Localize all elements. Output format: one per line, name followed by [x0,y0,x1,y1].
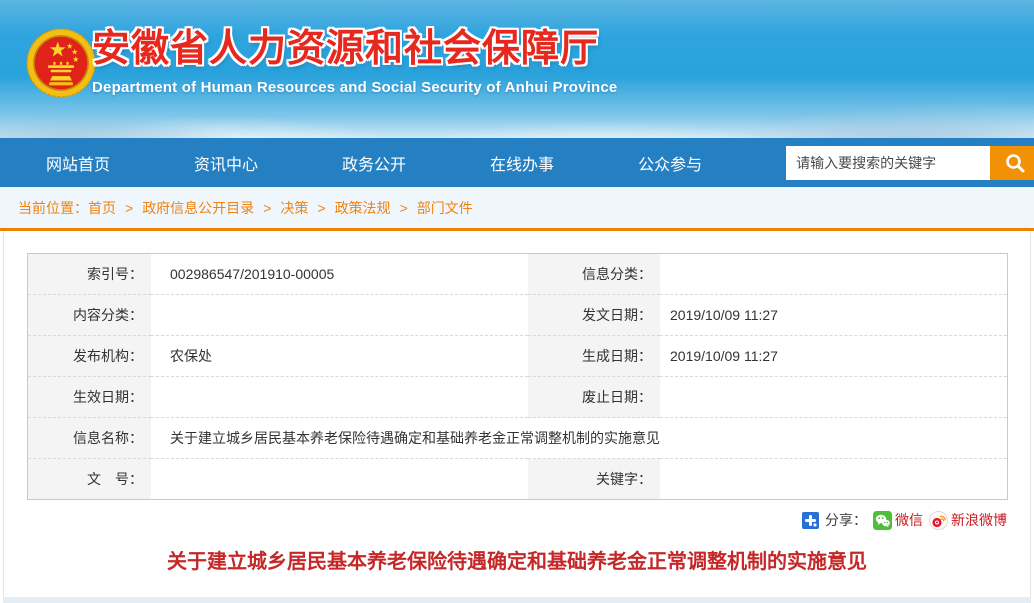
national-emblem-logo[interactable] [26,28,96,98]
info-label: 信息分类： [528,254,660,295]
info-value: 002986547/201910-00005 [151,254,528,295]
info-value [151,295,528,336]
breadcrumb-link-4[interactable]: 部门文件 [417,200,473,216]
site-header: 安徽省人力资源和社会保障厅 Department of Human Resour… [0,0,1034,138]
info-label: 索引号： [27,254,151,295]
info-value [660,459,1007,500]
weibo-share-button[interactable]: 新浪微博 [929,510,1007,530]
search-button[interactable] [990,146,1034,180]
info-value [151,459,528,500]
info-table: 索引号：002986547/201910-00005信息分类：内容分类：发文日期… [27,253,1008,500]
wechat-share-label: 微信 [895,510,923,530]
info-label: 发文日期： [528,295,660,336]
national-emblem-icon [26,28,96,98]
article-title: 关于建立城乡居民基本养老保险待遇确定和基础养老金正常调整机制的实施意见 [54,548,980,576]
breadcrumb-link-2[interactable]: 决策 [280,200,308,216]
info-table-row: 内容分类： 发文日期：2019/10/09 11:27 [27,295,1007,336]
info-label: 生成日期： [528,336,660,377]
nav-item-public-participation[interactable]: 公众参与 [638,151,702,175]
breadcrumb-prefix: 当前位置： [18,200,88,216]
info-value: 关于建立城乡居民基本养老保险待遇确定和基础养老金正常调整机制的实施意见 [151,418,1007,459]
info-label: 文 号： [27,459,151,500]
nav-item-home[interactable]: 网站首页 [46,151,110,175]
info-value: 2019/10/09 11:27 [660,295,1007,336]
share-icon[interactable] [802,512,819,529]
breadcrumb: 当前位置：首页 > 政府信息公开目录 > 决策 > 政策法规 > 部门文件 [18,198,473,218]
nav-item-gov-open[interactable]: 政务公开 [342,151,406,175]
wechat-icon [873,511,892,530]
search-input[interactable] [786,146,990,180]
info-value: 农保处 [151,336,528,377]
page: 安徽省人力资源和社会保障厅 Department of Human Resour… [0,0,1034,603]
share-row: 分享： 微信 [27,510,1007,530]
breadcrumb-bar: 当前位置：首页 > 政府信息公开目录 > 决策 > 政策法规 > 部门文件 [0,187,1034,231]
info-label: 信息名称： [27,418,151,459]
share-label: 分享： [825,510,867,530]
nav-item-news[interactable]: 资讯中心 [194,151,258,175]
breadcrumb-link-3[interactable]: 政策法规 [335,200,391,216]
breadcrumb-separator: > [317,200,325,216]
info-table-row: 信息名称：关于建立城乡居民基本养老保险待遇确定和基础养老金正常调整机制的实施意见 [27,418,1007,459]
info-value [660,254,1007,295]
breadcrumb-link-0[interactable]: 首页 [88,200,116,216]
breadcrumb-link-1[interactable]: 政府信息公开目录 [142,200,254,216]
info-label: 内容分类： [27,295,151,336]
info-value: 2019/10/09 11:27 [660,336,1007,377]
info-table-row: 生效日期： 废止日期： [27,377,1007,418]
site-title: 安徽省人力资源和社会保障厅 [92,28,617,72]
search-box [786,146,1034,180]
site-subtitle-en: Department of Human Resources and Social… [92,79,617,96]
nav-items: 网站首页 资讯中心 政务公开 在线办事 公众参与 [46,151,786,175]
search-icon [1004,152,1026,174]
info-label: 发布机构： [27,336,151,377]
breadcrumb-separator: > [125,200,133,216]
weibo-icon [929,511,948,530]
breadcrumb-separator: > [263,200,271,216]
breadcrumb-separator: > [400,200,408,216]
info-label: 生效日期： [27,377,151,418]
site-titles: 安徽省人力资源和社会保障厅 Department of Human Resour… [92,28,617,96]
info-label: 关键字： [528,459,660,500]
info-value [660,377,1007,418]
info-table-row: 索引号：002986547/201910-00005信息分类： [27,254,1007,295]
footer-strip [3,597,1031,603]
info-table-row: 发布机构：农保处生成日期：2019/10/09 11:27 [27,336,1007,377]
nav-item-online-service[interactable]: 在线办事 [490,151,554,175]
main-nav: 网站首页 资讯中心 政务公开 在线办事 公众参与 [0,138,1034,187]
wechat-share-button[interactable]: 微信 [873,510,923,530]
content-area: 索引号：002986547/201910-00005信息分类：内容分类：发文日期… [3,231,1031,603]
info-value [151,377,528,418]
weibo-share-label: 新浪微博 [951,510,1007,530]
info-table-row: 文 号： 关键字： [27,459,1007,500]
info-label: 废止日期： [528,377,660,418]
